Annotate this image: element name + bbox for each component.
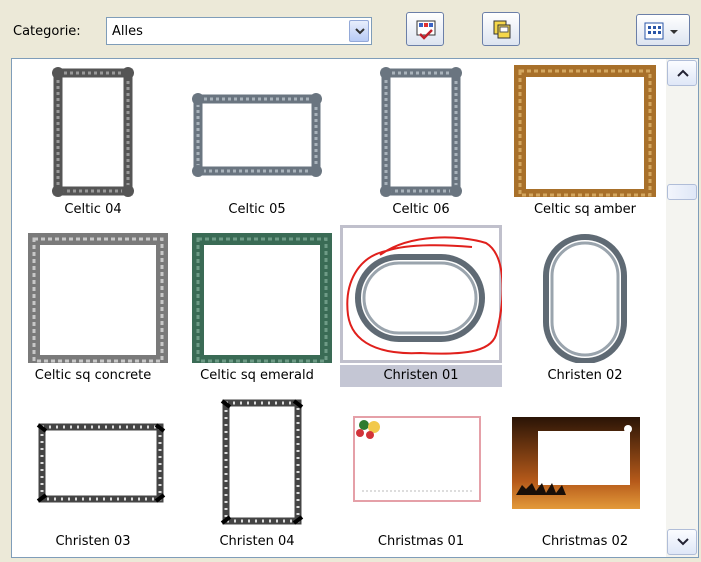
- category-dropdown[interactable]: Alles: [106, 17, 372, 45]
- gallery-item-celtic-04[interactable]: Celtic 04: [12, 59, 174, 225]
- gallery-item-celtic-sq-amber[interactable]: Celtic sq amber: [504, 59, 666, 225]
- thumbnail: [340, 59, 502, 197]
- gallery-item-label: Celtic sq amber: [533, 202, 637, 217]
- thumbnail: [504, 225, 666, 363]
- thumbnail: [504, 391, 666, 529]
- gallery-item-label: Christmas 01: [377, 534, 465, 549]
- gallery-item-label: Celtic 05: [228, 202, 286, 217]
- gallery-item-christen-04[interactable]: Christen 04: [176, 391, 338, 557]
- gallery-grid: Celtic 04 Celtic 05 Celtic 06 Celtic sq …: [12, 59, 666, 557]
- thumbnail: [176, 59, 338, 197]
- gallery-item-label: Christen 01: [340, 365, 502, 387]
- thumbnail: [12, 225, 174, 363]
- chevron-down-icon: [355, 28, 365, 35]
- gallery-item-label: Christen 02: [547, 368, 623, 383]
- gallery-item-celtic-05[interactable]: Celtic 05: [176, 59, 338, 225]
- copy-pages-icon: [493, 20, 511, 39]
- gallery-item-celtic-06[interactable]: Celtic 06: [340, 59, 502, 225]
- scroll-up-button[interactable]: [667, 60, 697, 86]
- gallery-item-christen-01[interactable]: Christen 01: [340, 225, 502, 391]
- gallery-item-celtic-sq-concrete[interactable]: Celtic sq concrete: [12, 225, 174, 391]
- add-to-gallery-button[interactable]: [406, 12, 444, 46]
- thumbnail: [504, 59, 666, 197]
- scrollbar-thumb[interactable]: [667, 184, 697, 200]
- copy-pages-button[interactable]: [482, 12, 520, 46]
- gallery-item-label: Celtic 06: [392, 202, 450, 217]
- view-options-icon: [644, 22, 678, 40]
- category-value: Alles: [112, 24, 143, 39]
- thumbnail: [340, 391, 502, 529]
- gallery-item-celtic-sq-emerald[interactable]: Celtic sq emerald: [176, 225, 338, 391]
- gallery-item-label: Christmas 02: [541, 534, 629, 549]
- chevron-up-icon: [677, 69, 689, 77]
- dropdown-arrow-button[interactable]: [349, 20, 369, 42]
- gallery-item-label: Celtic sq emerald: [200, 368, 314, 383]
- gallery-item-christen-03[interactable]: Christen 03: [12, 391, 174, 557]
- gallery-panel: Celtic 04 Celtic 05 Celtic 06 Celtic sq …: [11, 58, 699, 558]
- thumbnail: [176, 225, 338, 363]
- gallery-item-christmas-02[interactable]: Christmas 02: [504, 391, 666, 557]
- gallery-item-christmas-01[interactable]: Christmas 01: [340, 391, 502, 557]
- thumbnail: [340, 225, 502, 363]
- gallery-item-label: Celtic 04: [64, 202, 122, 217]
- gallery-item-label: Celtic sq concrete: [34, 368, 152, 383]
- thumbnail: [176, 391, 338, 529]
- gallery-item-label: Christen 03: [55, 534, 131, 549]
- gallery-item-label: Christen 04: [219, 534, 295, 549]
- add-to-gallery-icon: [416, 20, 436, 40]
- toolbar: Categorie: Alles: [0, 0, 701, 58]
- vertical-scrollbar[interactable]: [666, 59, 698, 557]
- thumbnail: [12, 391, 174, 529]
- chevron-down-icon: [677, 538, 689, 546]
- thumbnail: [12, 59, 174, 197]
- category-label: Categorie:: [13, 24, 81, 39]
- view-options-button[interactable]: [636, 14, 690, 46]
- gallery-item-christen-02[interactable]: Christen 02: [504, 225, 666, 391]
- scroll-down-button[interactable]: [667, 529, 697, 555]
